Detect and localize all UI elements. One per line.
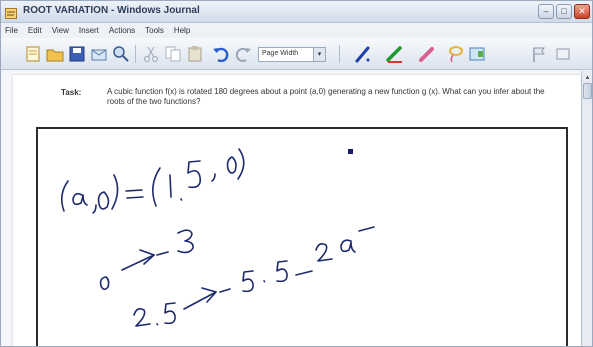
handwriting-line-2 xyxy=(99,229,194,291)
menu-file[interactable]: File xyxy=(5,26,18,35)
toolbar-separator xyxy=(339,45,340,63)
open-icon[interactable] xyxy=(45,44,65,64)
handwriting-line-3 xyxy=(133,226,375,327)
minimize-button[interactable]: – xyxy=(538,4,554,19)
journal-app-icon xyxy=(5,6,17,19)
chevron-down-icon[interactable]: ▾ xyxy=(313,48,325,61)
toolbar-separator xyxy=(135,45,136,63)
pen-icon[interactable] xyxy=(353,44,373,64)
menu-edit[interactable]: Edit xyxy=(28,26,42,35)
lasso-icon[interactable] xyxy=(445,44,465,64)
menu-actions[interactable]: Actions xyxy=(109,26,135,35)
ink-dot-marker xyxy=(348,149,353,154)
redo-icon[interactable] xyxy=(233,44,253,64)
menu-tools[interactable]: Tools xyxy=(145,26,164,35)
handwriting-ink xyxy=(60,148,375,327)
save-icon[interactable] xyxy=(67,44,87,64)
highlighter-icon[interactable] xyxy=(385,44,405,64)
scroll-thumb[interactable] xyxy=(583,83,592,99)
paste-icon[interactable] xyxy=(185,44,205,64)
menu-bar: File Edit View Insert Actions Tools Help xyxy=(1,23,592,38)
title-bar[interactable]: ROOT VARIATION - Windows Journal – □ ✕ xyxy=(1,1,592,23)
find-icon[interactable] xyxy=(111,44,131,64)
task-text: A cubic function f(x) is rotated 180 deg… xyxy=(107,87,545,106)
insert-space-icon[interactable] xyxy=(467,44,487,64)
journal-window: ROOT VARIATION - Windows Journal – □ ✕ F… xyxy=(0,0,593,347)
cut-icon[interactable] xyxy=(141,44,161,64)
menu-help[interactable]: Help xyxy=(174,26,190,35)
task-label: Task: xyxy=(61,88,82,97)
flag-icon[interactable] xyxy=(529,44,549,64)
copy-icon[interactable] xyxy=(163,44,183,64)
ink-canvas[interactable] xyxy=(36,127,568,346)
toolbar: Page Width ▾ xyxy=(1,38,592,70)
journal-page: Task: A cubic function f(x) is rotated 1… xyxy=(13,75,581,346)
zoom-value: Page Width xyxy=(262,50,299,57)
handwriting-line-1 xyxy=(60,148,245,214)
new-note-icon[interactable] xyxy=(23,44,43,64)
view-icon[interactable] xyxy=(553,44,573,64)
eraser-icon[interactable] xyxy=(417,44,437,64)
window-title: ROOT VARIATION - Windows Journal xyxy=(23,5,200,16)
menu-view[interactable]: View xyxy=(52,26,69,35)
scroll-up-icon[interactable]: ▴ xyxy=(583,73,592,82)
menu-insert[interactable]: Insert xyxy=(79,26,99,35)
maximize-button[interactable]: □ xyxy=(556,4,572,19)
window-controls: – □ ✕ xyxy=(538,4,590,19)
send-icon[interactable] xyxy=(89,44,109,64)
close-button[interactable]: ✕ xyxy=(574,4,590,19)
vertical-scrollbar[interactable]: ▴ xyxy=(581,71,592,346)
undo-icon[interactable] xyxy=(211,44,231,64)
zoom-select[interactable]: Page Width ▾ xyxy=(258,47,326,62)
